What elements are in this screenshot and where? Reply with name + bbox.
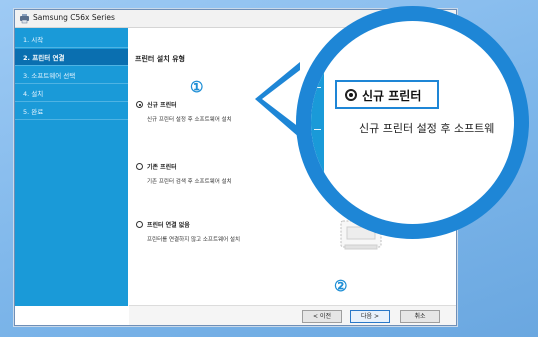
radio-existing-printer[interactable]	[136, 163, 143, 170]
sidebar-divider	[15, 65, 128, 66]
sidebar-item-software-selection: 3. 소프트웨어 선택	[15, 67, 128, 83]
step-marker-two: ②	[334, 277, 348, 295]
zoom-lens: 신규 프린터 신규 프린터 설정 후 소프트웨	[311, 21, 514, 224]
zoom-option-description: 신규 프린터 설정 후 소프트웨	[359, 122, 495, 135]
sidebar-item-label: 3. 소프트웨어 선택	[23, 72, 76, 80]
zoom-highlight-box: 신규 프린터	[335, 80, 439, 109]
next-button[interactable]: 다음 >	[350, 310, 390, 323]
sidebar-divider	[15, 47, 128, 48]
sidebar-item-finish: 5. 완료	[15, 103, 128, 119]
sidebar-item-label: 2. 프린터 연결	[23, 54, 65, 62]
sidebar-item-install: 4. 설치	[15, 85, 128, 101]
zoom-tick	[314, 129, 321, 130]
sidebar-divider	[15, 101, 128, 102]
zoom-tick	[314, 87, 321, 88]
sidebar-item-label: 1. 시작	[23, 36, 44, 44]
button-bar: < 이전 다음 > 취소	[129, 305, 456, 325]
option-label[interactable]: 프린터 연결 없음	[147, 220, 190, 229]
sidebar-item-start: 1. 시작	[15, 31, 128, 47]
option-label[interactable]: 기존 프린터	[147, 162, 177, 171]
radio-no-printer-connection[interactable]	[136, 221, 143, 228]
zoom-option-label: 신규 프린터	[362, 89, 422, 103]
window-title: Samsung C56x Series	[33, 13, 115, 22]
back-button[interactable]: < 이전	[302, 310, 342, 323]
zoom-sidebar-strip	[311, 21, 324, 224]
sidebar-item-label: 5. 완료	[23, 108, 44, 116]
installer-app-icon	[20, 14, 29, 24]
option-label[interactable]: 신규 프린터	[147, 100, 177, 109]
cancel-button[interactable]: 취소	[400, 310, 440, 323]
sidebar-divider	[15, 83, 128, 84]
steps-sidebar: 1. 시작 2. 프린터 연결 3. 소프트웨어 선택 4. 설치 5. 완료	[15, 28, 128, 306]
page-title: 프린터 설치 유형	[135, 55, 185, 63]
radio-new-printer[interactable]	[136, 101, 143, 108]
option-description: 기존 프린터 검색 후 소프트웨어 설치	[147, 179, 232, 185]
sidebar-item-printer-connection: 2. 프린터 연결	[15, 49, 128, 65]
step-marker-one: ①	[190, 78, 204, 96]
sidebar-divider	[15, 119, 128, 120]
sidebar-item-label: 4. 설치	[23, 90, 44, 98]
option-description: 프린터를 연결하지 않고 소프트웨어 설치	[147, 237, 241, 243]
option-description: 신규 프린터 설정 후 소프트웨어 설치	[147, 117, 232, 123]
zoom-radio-selected-icon	[345, 89, 357, 101]
